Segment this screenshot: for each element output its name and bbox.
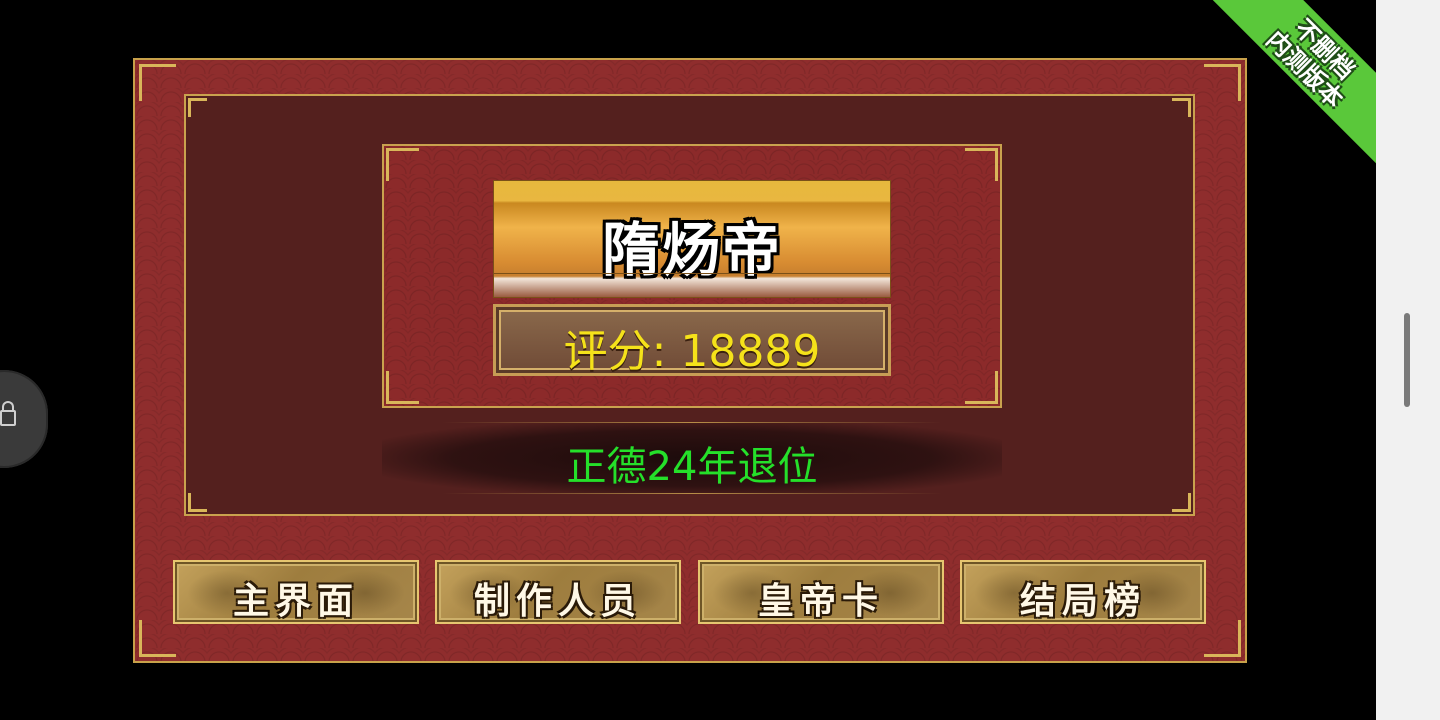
corner-ornament [188,98,207,117]
ending-ranking-label: 结局榜 [1019,580,1146,622]
game-over-board: 隋炀帝 评分: 18889 正德24年退位 主界面 制作人员 皇帝卡 结局榜 [133,58,1247,663]
main-menu-button[interactable]: 主界面 [173,560,419,624]
credits-button[interactable]: 制作人员 [435,560,681,624]
emperor-name: 隋炀帝 [601,216,782,284]
corner-ornament [965,148,998,181]
corner-ornament [386,371,419,404]
emperor-card-button[interactable]: 皇帝卡 [698,560,944,624]
corner-ornament [139,64,176,101]
credits-label: 制作人员 [473,580,642,622]
lock-icon [0,401,16,426]
corner-ornament [1172,493,1191,512]
scroll-indicator[interactable] [1404,313,1410,407]
score-text: 评分: 18889 [563,326,821,377]
ending-ranking-button[interactable]: 结局榜 [960,560,1206,624]
beta-test-ribbon: 不删档 内测版本 [1194,0,1376,170]
corner-ornament [386,148,419,181]
test-ribbon-clip: 不删档 内测版本 [1186,0,1376,170]
emperor-card: 隋炀帝 评分: 18889 [382,144,1002,408]
emperor-name-plaque: 隋炀帝 [493,180,891,298]
corner-ornament [965,371,998,404]
reign-banner: 正德24年退位 [382,422,1002,494]
corner-ornament [188,493,207,512]
result-panel: 隋炀帝 评分: 18889 正德24年退位 [184,94,1195,516]
reign-text: 正德24年退位 [566,444,818,490]
score-plaque: 评分: 18889 [493,304,891,377]
corner-ornament [139,620,176,657]
corner-ornament [1204,620,1241,657]
floating-lock-button[interactable] [0,370,48,468]
emperor-card-label: 皇帝卡 [757,580,884,622]
main-menu-label: 主界面 [232,580,359,622]
